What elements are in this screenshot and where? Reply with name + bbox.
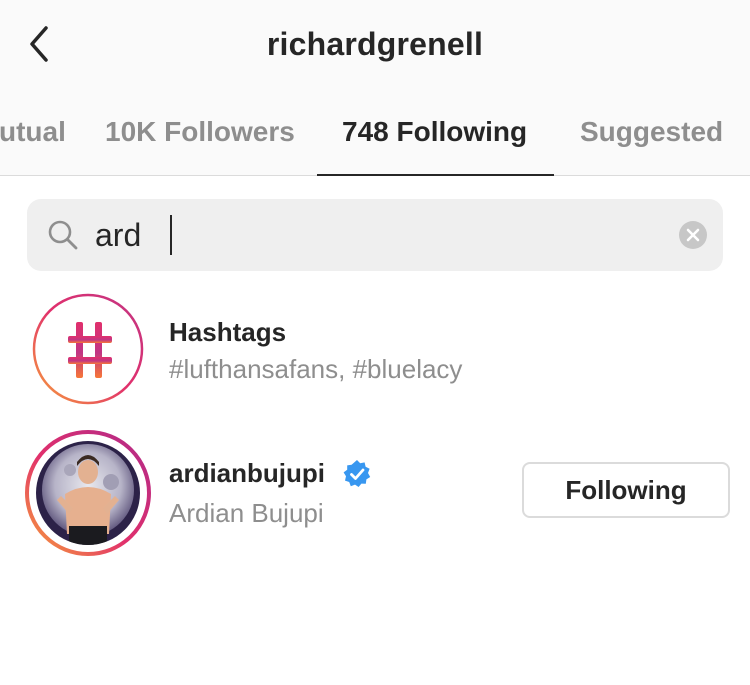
verified-badge-icon [342,459,372,489]
username: ardianbujupi [169,458,325,488]
clear-icon[interactable] [679,221,707,249]
avatar[interactable] [25,430,151,556]
full-name: Ardian Bujupi [169,498,324,528]
tab-following[interactable]: 748 Following [342,116,527,148]
search-input[interactable] [95,211,655,259]
following-button[interactable]: Following [522,462,730,518]
top-bar: richardgrenell utual 10K Followers 748 F… [0,0,750,176]
search-bar [27,199,723,271]
hashtag-icon [66,320,114,380]
tab-followers[interactable]: 10K Followers [105,116,295,148]
search-icon [47,219,79,251]
text-caret [170,215,172,255]
tab-bar: utual 10K Followers 748 Following Sugges… [0,100,750,176]
page-title: richardgrenell [266,26,484,62]
active-tab-indicator [317,174,554,176]
result-subtitle: #lufthansafans, #bluelacy [169,354,463,384]
tab-suggested[interactable]: Suggested [580,116,723,148]
tab-mutual[interactable]: utual [0,116,66,148]
result-title: Hashtags [169,317,287,347]
